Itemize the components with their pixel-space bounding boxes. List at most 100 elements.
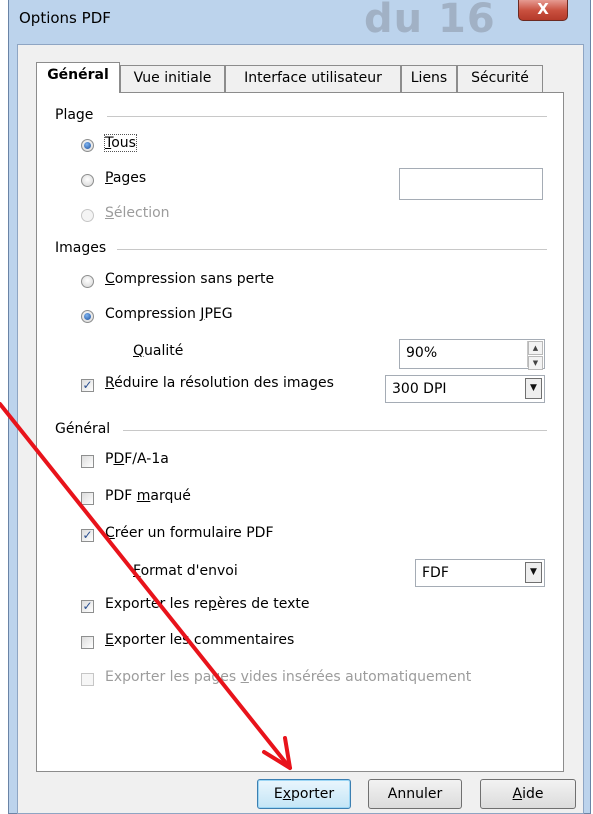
label-text: ages (112, 170, 147, 186)
accel-key: P (105, 170, 113, 186)
label-text: ous (111, 135, 136, 151)
export-comments-checkbox[interactable] (81, 636, 94, 649)
close-button[interactable]: X (518, 0, 568, 21)
tab-links[interactable]: Liens (401, 65, 457, 92)
reduce-resolution-label[interactable]: Réduire la résolution des images (105, 375, 334, 391)
range-all-radio[interactable] (81, 139, 94, 152)
pdfa-label[interactable]: PDF/A-1a (105, 451, 169, 467)
tab-label: Sécurité (471, 70, 529, 86)
export-comments-label[interactable]: Exporter les commentaires (105, 632, 294, 648)
tagged-pdf-checkbox[interactable] (81, 492, 94, 505)
tab-user-interface[interactable]: Interface utilisateur (225, 65, 401, 92)
label-text: PEG (204, 306, 233, 322)
quality-spinbox[interactable]: 90% ▲ ▼ (399, 339, 545, 370)
accel-key: Q (133, 343, 145, 359)
label-text: xporter les commentaires (113, 632, 295, 648)
reduce-resolution-checkbox[interactable]: ✓ (81, 379, 94, 392)
accel-key: R (105, 375, 115, 391)
label-text: Compression (105, 306, 201, 322)
images-section-title: Images (55, 240, 107, 256)
export-blank-pages-checkbox (81, 673, 94, 686)
window-title: Options PDF (19, 9, 111, 27)
tab-label: Général (47, 67, 109, 83)
label-text: ormat d'envoi (140, 563, 238, 579)
accel-key: A (512, 786, 523, 802)
range-section-title: Plage (55, 107, 94, 123)
tab-general[interactable]: Général (36, 62, 120, 93)
help-button[interactable]: Aide (480, 779, 576, 809)
quality-label: Qualité (133, 343, 183, 359)
label-text: ompression sans perte (114, 271, 275, 287)
cancel-button[interactable]: Annuler (368, 779, 462, 809)
accel-key: F (133, 563, 141, 579)
accel-key: D (113, 451, 125, 467)
export-blank-pages-label: Exporter les pages vides insérées automa… (105, 669, 471, 685)
label-text: arqué (150, 488, 191, 504)
export-button[interactable]: Exporter (257, 779, 351, 809)
export-bookmarks-checkbox[interactable]: ✓ (81, 600, 94, 613)
label-text: PDF (105, 488, 137, 504)
submit-format-value: FDF (422, 565, 449, 581)
accel-key: C (105, 271, 115, 287)
checkmark-icon: ✓ (82, 528, 93, 542)
range-separator (107, 116, 547, 117)
label-text: ides insérées automatiquement (248, 669, 472, 685)
close-icon: X (537, 0, 549, 18)
label-text: Exporter les pages (105, 669, 241, 685)
accel-key: C (105, 525, 115, 541)
label-text: éduire la résolution des images (114, 375, 334, 391)
accel-key: E (105, 632, 114, 648)
lossless-compression-radio[interactable] (81, 275, 94, 288)
submit-format-label: Format d'envoi (133, 563, 238, 579)
accel-key: m (136, 488, 151, 504)
dialog-body: Général Vue initiale Interface utilisate… (17, 44, 584, 814)
label-text: réer un formulaire PDF (114, 525, 274, 541)
label-text: porter (291, 786, 335, 802)
label-text: ualité (144, 343, 184, 359)
checkmark-icon: ✓ (82, 378, 93, 392)
tagged-pdf-label[interactable]: PDF marqué (105, 488, 191, 504)
quality-spin-buttons: ▲ ▼ (527, 341, 543, 370)
create-form-label[interactable]: Créer un formulaire PDF (105, 525, 274, 541)
accel-key: x (282, 786, 292, 802)
create-form-checkbox[interactable]: ✓ (81, 529, 94, 542)
pdf-options-dialog: Options PDF du 16 X Général Vue initiale… (8, 0, 591, 814)
chevron-down-icon[interactable]: ▼ (525, 378, 542, 399)
spin-down-icon[interactable]: ▼ (528, 356, 543, 370)
pdfa-checkbox[interactable] (81, 455, 94, 468)
tab-label: Vue initiale (133, 70, 212, 86)
tab-label: Interface utilisateur (244, 70, 382, 86)
jpeg-compression-label[interactable]: Compression JPEG (105, 306, 233, 322)
spin-up-icon[interactable]: ▲ (528, 341, 543, 355)
tab-initial-view[interactable]: Vue initiale (120, 65, 225, 92)
pages-input[interactable] (399, 168, 543, 200)
range-selection-label: Sélection (105, 205, 170, 221)
submit-format-dropdown[interactable]: FDF ▼ (415, 559, 545, 587)
general-section-title: Général (55, 421, 111, 437)
general-tab-panel: Plage Tous Pages Sélection Images Compre… (36, 92, 564, 772)
background-document-text: du 16 (364, 0, 496, 42)
quality-value: 90% (406, 345, 438, 361)
label-text: E (273, 786, 283, 802)
accel-key: v (240, 669, 249, 685)
label-text: F/A-1a (124, 451, 169, 467)
general-separator (123, 430, 547, 431)
tab-security[interactable]: Sécurité (457, 65, 543, 92)
jpeg-compression-radio[interactable] (81, 310, 94, 323)
title-bar[interactable]: Options PDF du 16 X (9, 0, 590, 44)
label-text: ide (522, 786, 544, 802)
checkmark-icon: ✓ (82, 599, 93, 613)
label-text: élection (113, 205, 170, 221)
range-pages-radio[interactable] (81, 174, 94, 187)
label-text: ères de texte (216, 596, 310, 612)
label-text: Exporter les re (105, 596, 208, 612)
export-bookmarks-label[interactable]: Exporter les repères de texte (105, 596, 309, 612)
resolution-dropdown[interactable]: 300 DPI ▼ (385, 375, 545, 403)
tab-label: Liens (410, 70, 448, 86)
range-all-label[interactable]: Tous (104, 134, 137, 152)
resolution-value: 300 DPI (392, 381, 447, 397)
range-pages-label[interactable]: Pages (105, 170, 146, 186)
lossless-compression-label[interactable]: Compression sans perte (105, 271, 274, 287)
range-selection-radio (81, 209, 94, 222)
chevron-down-icon[interactable]: ▼ (525, 562, 542, 583)
